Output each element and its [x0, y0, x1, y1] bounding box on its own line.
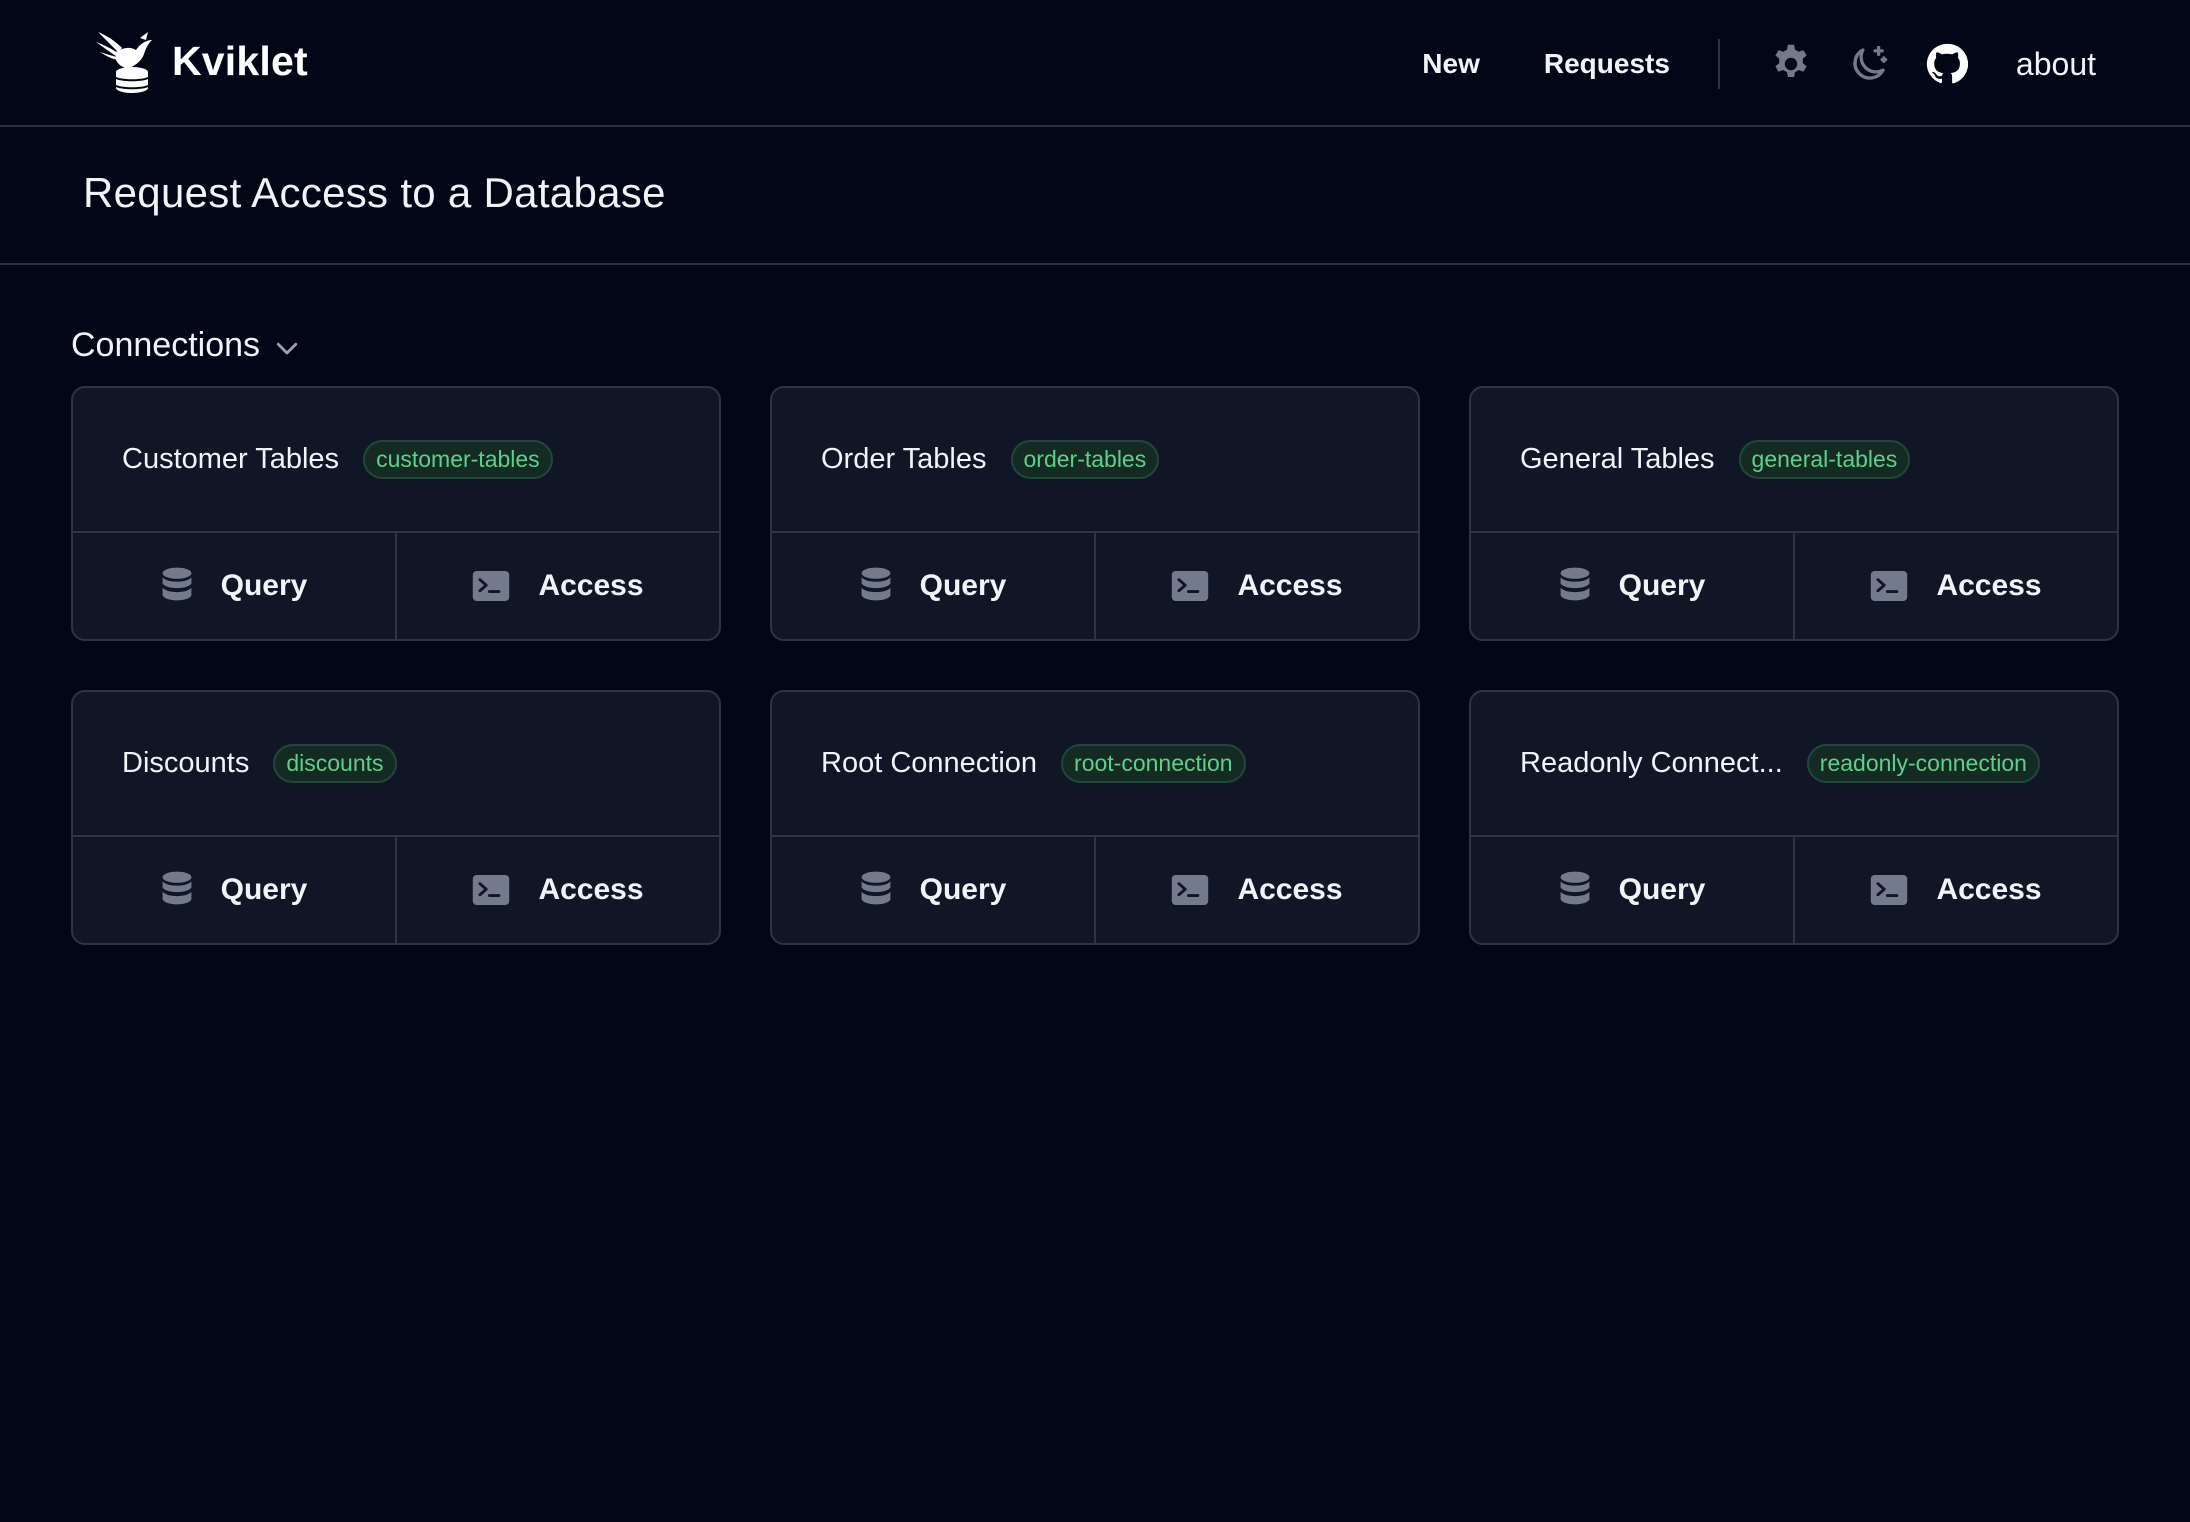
- connection-name: Order Tables: [821, 443, 987, 475]
- query-button[interactable]: Query: [73, 837, 395, 943]
- database-icon: [1560, 871, 1590, 905]
- connection-card: Discounts discounts Query Access: [71, 690, 721, 945]
- moon-icon: [1853, 45, 1888, 80]
- query-button[interactable]: Query: [772, 837, 1094, 943]
- query-label: Query: [1618, 873, 1706, 906]
- terminal-icon: [1871, 570, 1908, 602]
- connection-card-header: Readonly Connect... readonly-connection: [1471, 692, 2117, 837]
- connection-card-header: Customer Tables customer-tables: [73, 388, 719, 533]
- connection-id-badge: readonly-connection: [1806, 744, 2040, 783]
- connection-card: Order Tables order-tables Query Access: [770, 386, 1420, 641]
- access-label: Access: [1237, 873, 1343, 906]
- query-label: Query: [220, 873, 308, 906]
- terminal-icon: [473, 570, 510, 602]
- connection-actions: Query Access: [73, 533, 719, 639]
- database-icon: [162, 871, 192, 905]
- query-label: Query: [220, 569, 308, 602]
- database-icon: [1560, 567, 1590, 601]
- connection-card-header: Root Connection root-connection: [772, 692, 1418, 837]
- github-icon: [1926, 43, 1968, 84]
- connection-card-header: Discounts discounts: [73, 692, 719, 837]
- connection-card: Readonly Connect... readonly-connection …: [1469, 690, 2119, 945]
- connection-card-header: Order Tables order-tables: [772, 388, 1418, 533]
- settings-button[interactable]: [1768, 41, 1814, 87]
- query-label: Query: [919, 873, 1007, 906]
- access-button[interactable]: Access: [1094, 837, 1418, 943]
- connection-card: General Tables general-tables Query Acce…: [1469, 386, 2119, 641]
- page-header: Request Access to a Database: [0, 127, 2190, 265]
- nav-requests-link[interactable]: Requests: [1544, 48, 1670, 80]
- connection-name: General Tables: [1520, 443, 1715, 475]
- access-button[interactable]: Access: [395, 837, 719, 943]
- access-button[interactable]: Access: [1793, 533, 2117, 639]
- chevron-down-icon: [276, 342, 298, 354]
- connections-heading: Connections: [71, 326, 261, 364]
- access-label: Access: [1936, 873, 2042, 906]
- access-label: Access: [1237, 569, 1343, 602]
- connection-actions: Query Access: [772, 837, 1418, 943]
- theme-toggle-button[interactable]: [1846, 41, 1892, 87]
- brand[interactable]: Kviklet: [96, 28, 308, 94]
- connection-actions: Query Access: [73, 837, 719, 943]
- connections-toggle[interactable]: Connections: [71, 326, 302, 365]
- connection-actions: Query Access: [1471, 533, 2117, 639]
- github-link[interactable]: [1924, 41, 1970, 87]
- nav-new-link[interactable]: New: [1422, 48, 1480, 80]
- access-button[interactable]: Access: [1094, 533, 1418, 639]
- access-label: Access: [1936, 569, 2042, 602]
- connection-card-header: General Tables general-tables: [1471, 388, 2117, 533]
- access-button[interactable]: Access: [1793, 837, 2117, 943]
- terminal-icon: [1871, 874, 1908, 906]
- nav-divider: [1717, 39, 1720, 89]
- kviklet-bird-logo-icon: [96, 32, 152, 93]
- database-icon: [861, 871, 891, 905]
- gear-icon: [1775, 44, 1807, 78]
- connection-actions: Query Access: [1471, 837, 2117, 943]
- access-button[interactable]: Access: [395, 533, 719, 639]
- access-label: Access: [538, 569, 644, 602]
- connection-actions: Query Access: [772, 533, 1418, 639]
- query-button[interactable]: Query: [1471, 533, 1793, 639]
- terminal-icon: [1172, 874, 1209, 906]
- connection-id-badge: discounts: [273, 744, 397, 783]
- query-button[interactable]: Query: [1471, 837, 1793, 943]
- terminal-icon: [473, 874, 510, 906]
- connections-grid: Customer Tables customer-tables Query Ac…: [71, 386, 2119, 945]
- access-label: Access: [538, 873, 644, 906]
- connection-id-badge: root-connection: [1061, 744, 1246, 783]
- connection-name: Readonly Connect...: [1520, 747, 1783, 779]
- connection-id-badge: order-tables: [1010, 440, 1160, 479]
- terminal-icon: [1172, 570, 1209, 602]
- query-label: Query: [919, 569, 1007, 602]
- connection-id-badge: customer-tables: [363, 440, 553, 479]
- query-label: Query: [1618, 569, 1706, 602]
- connection-name: Discounts: [122, 747, 250, 779]
- connection-name: Root Connection: [821, 747, 1038, 779]
- connection-name: Customer Tables: [122, 443, 340, 475]
- nav-about-link[interactable]: about: [2016, 46, 2096, 83]
- connection-card: Root Connection root-connection Query Ac…: [770, 690, 1420, 945]
- main-nav: New Requests about: [1422, 36, 2096, 92]
- app-name: Kviklet: [172, 37, 308, 84]
- query-button[interactable]: Query: [73, 533, 395, 639]
- query-button[interactable]: Query: [772, 533, 1094, 639]
- database-icon: [861, 567, 891, 601]
- database-icon: [162, 567, 192, 601]
- connection-card: Customer Tables customer-tables Query Ac…: [71, 386, 721, 641]
- top-navigation-bar: Kviklet New Requests about: [0, 0, 2190, 127]
- page-title: Request Access to a Database: [83, 169, 666, 216]
- connection-id-badge: general-tables: [1738, 440, 1911, 479]
